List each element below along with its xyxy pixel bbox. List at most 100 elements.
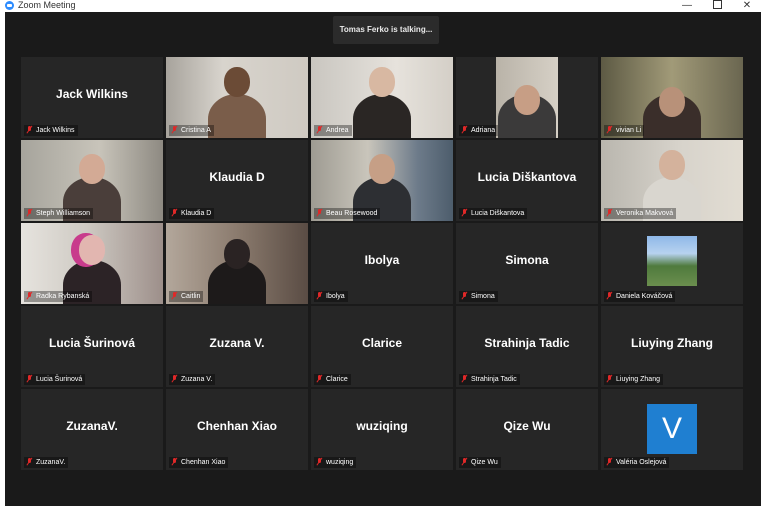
participant-label: Jack Wilkins xyxy=(24,125,78,136)
participant-label-text: Chenhan Xiao xyxy=(181,459,226,466)
participant-label-text: wuziqing xyxy=(326,459,354,466)
microphone-muted-icon xyxy=(171,209,178,217)
microphone-muted-icon xyxy=(26,458,33,466)
participant-label-text: Simona xyxy=(471,293,495,300)
participant-label: Veronika Makvová xyxy=(604,208,677,219)
participant-label: Chenhan Xiao xyxy=(169,457,229,468)
participant-tile[interactable]: Clarice Clarice xyxy=(311,306,453,387)
person-head xyxy=(659,87,685,117)
participant-label-text: Valéria Oslejová xyxy=(616,459,667,466)
participant-tile[interactable]: Ibolya Ibolya xyxy=(311,223,453,304)
maximize-button[interactable] xyxy=(703,0,731,12)
participant-tile[interactable]: Qize Wu Qize Wu xyxy=(456,389,598,470)
participant-name-display: Jack Wilkins xyxy=(56,87,128,101)
participant-label: Ibolya xyxy=(314,291,348,302)
microphone-muted-icon xyxy=(26,209,33,217)
microphone-muted-icon xyxy=(171,375,178,383)
participant-tile[interactable]: Steph Williamson xyxy=(21,140,163,221)
participant-name-display: Strahinja Tadic xyxy=(484,336,570,350)
participant-label: Strahinja Tadic xyxy=(459,374,520,385)
profile-picture xyxy=(647,236,697,286)
participant-avatar: V xyxy=(647,404,697,454)
participant-tile[interactable]: V Valéria Oslejová xyxy=(601,389,743,470)
person-head xyxy=(224,67,250,97)
participant-label-text: Steph Williamson xyxy=(36,210,91,217)
participant-name-display: Chenhan Xiao xyxy=(196,419,277,433)
participant-tile[interactable]: vivian Li xyxy=(601,57,743,138)
participant-tile[interactable]: Jack Wilkins Jack Wilkins xyxy=(21,57,163,138)
microphone-muted-icon xyxy=(316,375,323,383)
participant-tile[interactable]: Lucia Diškantova Lucia Diškantova xyxy=(456,140,598,221)
microphone-muted-icon xyxy=(606,126,613,134)
participant-label: Valéria Oslejová xyxy=(604,457,670,468)
maximize-icon xyxy=(712,0,722,9)
participant-label: Clarice xyxy=(314,374,351,385)
microphone-muted-icon xyxy=(316,292,323,300)
participant-label-text: Cristina A xyxy=(181,127,211,134)
participant-label-text: Jack Wilkins xyxy=(36,127,75,134)
minimize-button[interactable]: — xyxy=(673,0,701,12)
microphone-muted-icon xyxy=(606,458,613,466)
microphone-muted-icon xyxy=(461,458,468,466)
participant-tile[interactable]: Radka Rybanská xyxy=(21,223,163,304)
person-shape xyxy=(353,94,411,138)
participant-tile[interactable]: Liuying Zhang Liuying Zhang xyxy=(601,306,743,387)
participant-tile[interactable]: Chenhan Xiao Chenhan Xiao xyxy=(166,389,308,470)
participant-label: Adriana xyxy=(459,125,499,136)
participant-label: Liuying Zhang xyxy=(604,374,663,385)
microphone-muted-icon xyxy=(171,458,178,466)
participant-label-text: Andrea xyxy=(326,127,349,134)
participant-name-display: Lucia Šurinová xyxy=(48,336,136,350)
participant-tile[interactable]: Zuzana V. Zuzana V. xyxy=(166,306,308,387)
participant-label-text: Zuzana V. xyxy=(181,376,213,383)
microphone-muted-icon xyxy=(316,209,323,217)
participant-tile[interactable]: Klaudia D Klaudia D xyxy=(166,140,308,221)
participant-tile[interactable]: Strahinja Tadic Strahinja Tadic xyxy=(456,306,598,387)
participant-label-text: Beau Rosewood xyxy=(326,210,378,217)
participant-label-text: Lucia Šurinová xyxy=(36,376,83,383)
participant-label: Zuzana V. xyxy=(169,374,216,385)
person-head xyxy=(659,150,685,180)
microphone-muted-icon xyxy=(606,375,613,383)
participant-tile[interactable]: Lucia Šurinová Lucia Šurinová xyxy=(21,306,163,387)
person-head xyxy=(79,235,105,265)
microphone-muted-icon xyxy=(316,126,323,134)
participant-tile[interactable]: Simona Simona xyxy=(456,223,598,304)
participant-label: ZuzanaV. xyxy=(24,457,69,468)
microphone-muted-icon xyxy=(461,292,468,300)
participant-label: Klaudia D xyxy=(169,208,215,219)
microphone-muted-icon xyxy=(26,375,33,383)
participant-label: Lucia Diškantova xyxy=(459,208,528,219)
participant-name-display: Klaudia D xyxy=(209,170,265,184)
participant-tile[interactable]: Daniela Kováčová xyxy=(601,223,743,304)
participant-label-text: Klaudia D xyxy=(181,210,212,217)
participant-tile[interactable]: Andrea xyxy=(311,57,453,138)
participant-tile[interactable]: ZuzanaV. ZuzanaV. xyxy=(21,389,163,470)
participant-label-text: Lucia Diškantova xyxy=(471,210,525,217)
participant-label: Lucia Šurinová xyxy=(24,374,86,385)
microphone-muted-icon xyxy=(606,292,613,300)
zoom-logo-icon xyxy=(5,1,14,10)
participant-label-text: Radka Rybanská xyxy=(36,293,90,300)
participant-tile[interactable]: Veronika Makvová xyxy=(601,140,743,221)
participant-tile[interactable]: Caitlin xyxy=(166,223,308,304)
person-head xyxy=(79,154,105,184)
participant-label-text: vivian Li xyxy=(616,127,642,134)
participant-name-display: ZuzanaV. xyxy=(66,419,118,433)
participant-tile[interactable]: Cristina A xyxy=(166,57,308,138)
participant-label: Simona xyxy=(459,291,498,302)
participant-label: Radka Rybanská xyxy=(24,291,93,302)
participant-tile[interactable]: wuziqing wuziqing xyxy=(311,389,453,470)
title-bar: Zoom Meeting — ✕ xyxy=(0,0,780,12)
person-head xyxy=(369,154,395,184)
meeting-stage: Tomas Ferko is talking... Jack Wilkins J… xyxy=(5,12,761,506)
close-button[interactable]: ✕ xyxy=(733,0,761,12)
participant-label-text: Qize Wu xyxy=(471,459,498,466)
participant-tile[interactable]: Beau Rosewood xyxy=(311,140,453,221)
participant-label-text: Daniela Kováčová xyxy=(616,293,673,300)
participant-label: Cristina A xyxy=(169,125,214,136)
microphone-muted-icon xyxy=(171,292,178,300)
participant-tile[interactable]: Adriana xyxy=(456,57,598,138)
participant-name-display: Qize Wu xyxy=(503,419,551,433)
participant-label: Andrea xyxy=(314,125,352,136)
